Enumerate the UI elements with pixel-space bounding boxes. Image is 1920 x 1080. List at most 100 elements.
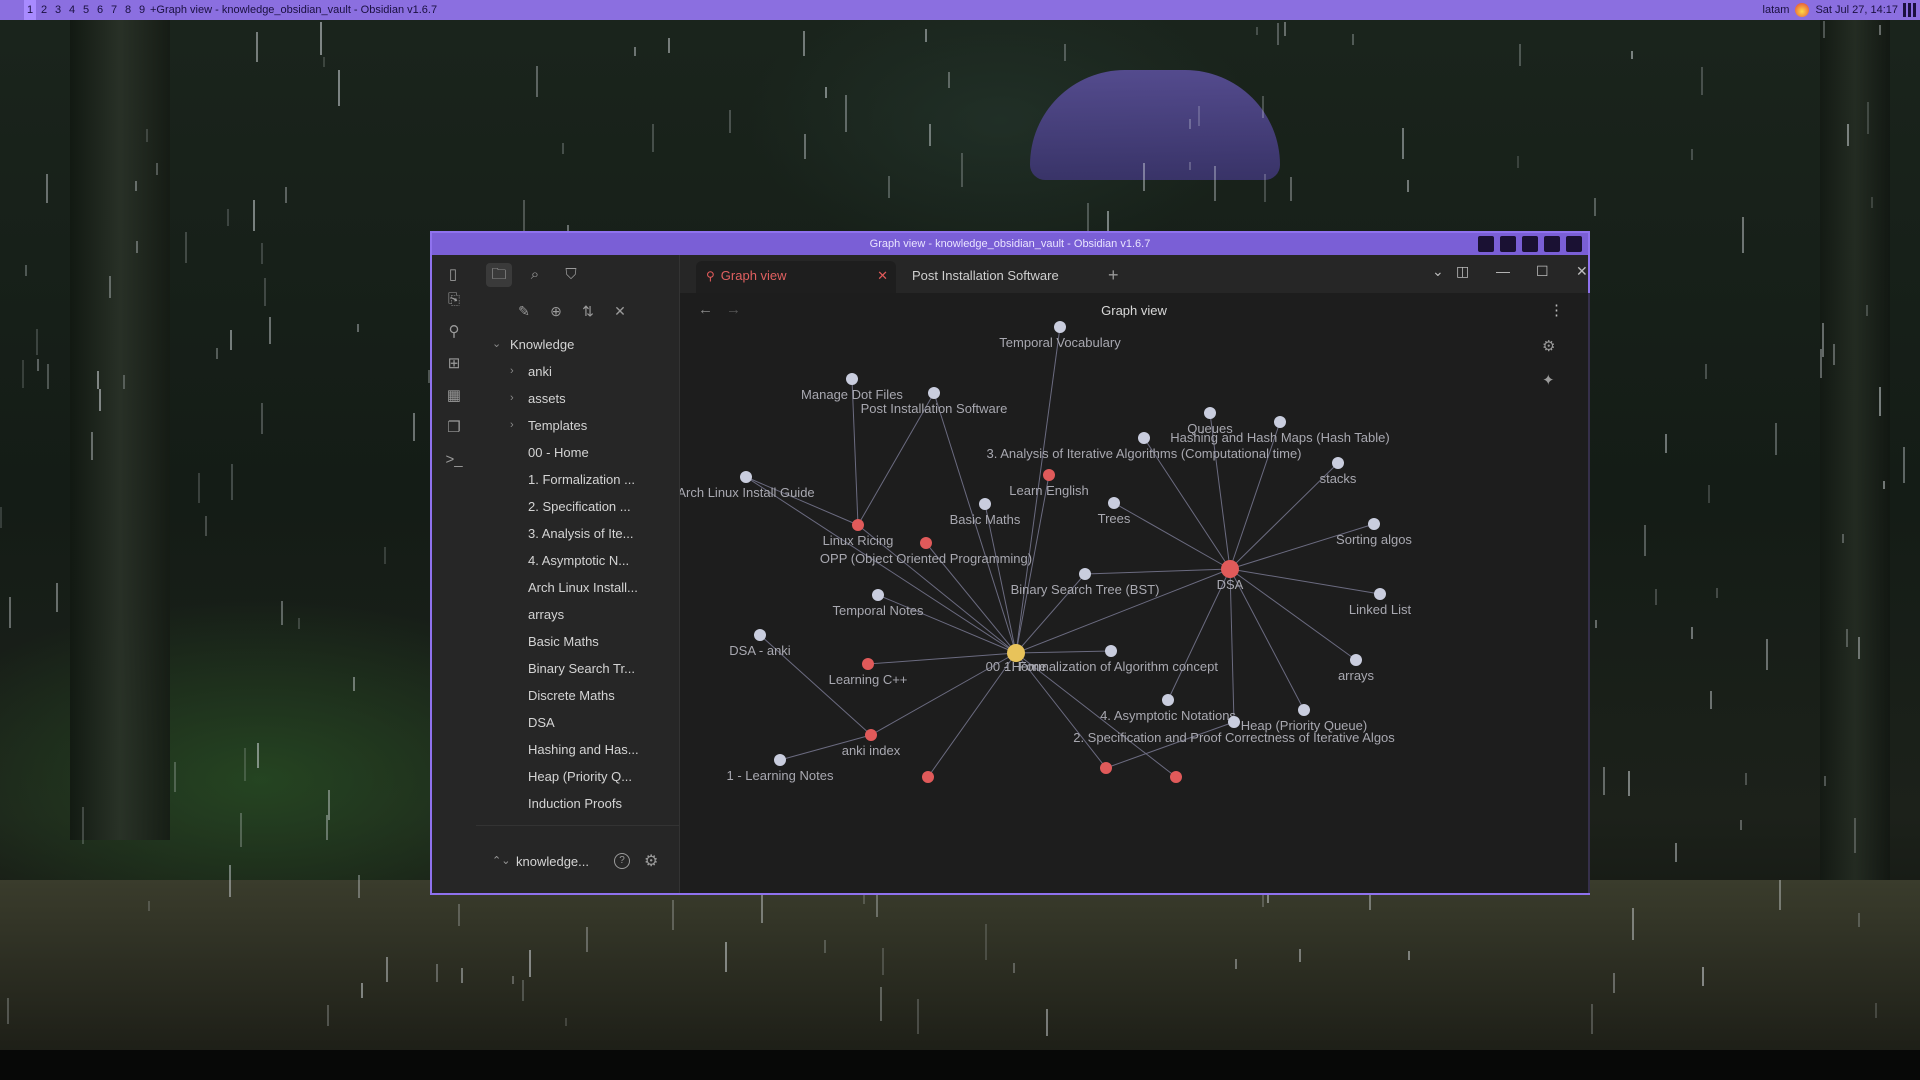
workspace-9[interactable]: 9 [136, 0, 148, 20]
graph-node-asym[interactable] [1162, 694, 1174, 706]
sort-icon[interactable]: ⇅ [578, 301, 598, 321]
graph-node-basic_maths[interactable] [979, 498, 991, 510]
move-icon[interactable] [1500, 236, 1516, 252]
tree-file[interactable]: Learn English [476, 817, 672, 821]
tree-file[interactable]: 3. Analysis of Ite... [476, 520, 672, 547]
calendar-icon[interactable]: ▦ [445, 387, 463, 405]
graph-node-queues[interactable] [1204, 407, 1216, 419]
graph-node-dsa_anki[interactable] [754, 629, 766, 641]
graph-node-sorting[interactable] [1368, 518, 1380, 530]
bookmark-icon[interactable]: ⛉ [558, 263, 584, 287]
tree-file[interactable]: 00 - Home [476, 439, 672, 466]
monitor-icon[interactable] [1478, 236, 1494, 252]
help-icon[interactable]: ? [614, 853, 630, 869]
tab-graph-view[interactable]: ⚲ Graph view ✕ [696, 261, 896, 293]
flame-icon[interactable] [1795, 3, 1810, 17]
graph-node-post[interactable] [928, 387, 940, 399]
graph-node-b2[interactable] [1100, 762, 1112, 774]
graph-node-b3[interactable] [1170, 771, 1182, 783]
tree-file[interactable]: Discrete Maths [476, 682, 672, 709]
tab-list-chevron-icon[interactable]: ⌄ [1432, 263, 1444, 280]
right-sidebar-toggle-icon[interactable]: ◫ [1456, 263, 1469, 280]
tree-file[interactable]: arrays [476, 601, 672, 628]
apps-grid-icon[interactable] [1903, 3, 1917, 17]
graph-node-b1[interactable] [922, 771, 934, 783]
graph-node-ricing[interactable] [852, 519, 864, 531]
workspace-4[interactable]: 4 [66, 0, 78, 20]
tree-file[interactable]: Induction Proofs [476, 790, 672, 817]
graph-node-anki_idx[interactable] [865, 729, 877, 741]
sidebar-toggle-icon[interactable]: ▯ [440, 263, 466, 287]
tab-post-installation[interactable]: Post Installation Software [902, 261, 1092, 293]
settings-gear-icon[interactable]: ⚙ [644, 851, 658, 871]
graph-node-learning_notes[interactable] [774, 754, 786, 766]
tree-file[interactable]: 2. Specification ... [476, 493, 672, 520]
collapse-icon[interactable]: ✕ [610, 301, 630, 321]
graph-node-dsa[interactable] [1221, 560, 1239, 578]
templates-icon[interactable]: ❐ [445, 419, 463, 437]
graph-node-linked[interactable] [1374, 588, 1386, 600]
graph-node-arch[interactable] [740, 471, 752, 483]
float-icon[interactable] [1544, 236, 1560, 252]
tree-file[interactable]: DSA [476, 709, 672, 736]
chevron-updown-icon[interactable]: ⌃⌄ [492, 854, 510, 867]
graph-node-spec[interactable] [1228, 716, 1240, 728]
close-window-icon[interactable]: ✕ [1576, 263, 1588, 280]
vault-name[interactable]: knowledge... [516, 854, 589, 869]
graph-node-formal[interactable] [1105, 645, 1117, 657]
files-icon[interactable]: 🗀 [486, 263, 512, 287]
new-note-icon[interactable]: ✎ [514, 301, 534, 321]
close-tab-icon[interactable]: ✕ [877, 261, 888, 291]
graph-canvas[interactable]: 00 - Home DSA Temporal Vocabulary Manage Do… [677, 293, 1590, 893]
graph-node-arrays[interactable] [1350, 654, 1362, 666]
tree-file[interactable]: 1. Formalization ... [476, 466, 672, 493]
workspace-2[interactable]: 2 [38, 0, 50, 20]
workspace-7[interactable]: 7 [108, 0, 120, 20]
tree-file[interactable]: Arch Linux Install... [476, 574, 672, 601]
tree-file[interactable]: Heap (Priority Q... [476, 763, 672, 790]
terminal-icon[interactable]: >_ [445, 451, 463, 469]
graph-node-label: 2. Specification and Proof Correctness o… [1073, 730, 1395, 745]
graph-node-temporal_notes[interactable] [872, 589, 884, 601]
graph-node-trees[interactable] [1108, 497, 1120, 509]
tree-folder[interactable]: › assets [476, 385, 672, 412]
search-icon[interactable]: ⌕ [522, 263, 548, 287]
workspace-1[interactable]: 1 [24, 0, 36, 20]
open-vault-icon[interactable]: ⎘ [445, 291, 463, 309]
workspace-3[interactable]: 3 [52, 0, 64, 20]
graph-node-cpp[interactable] [862, 658, 874, 670]
graph-node-bst[interactable] [1079, 568, 1091, 580]
maximize-icon[interactable]: ☐ [1536, 263, 1549, 280]
tree-folder[interactable]: › anki [476, 358, 672, 385]
graph-node-dot[interactable] [846, 373, 858, 385]
new-tab-icon[interactable]: + [1108, 265, 1119, 286]
fullscreen-icon[interactable] [1566, 236, 1582, 252]
clock[interactable]: Sat Jul 27, 14:17 [1815, 0, 1898, 20]
tree-root-folder[interactable]: ⌄ Knowledge [476, 331, 672, 358]
canvas-icon[interactable]: ⊞ [445, 355, 463, 373]
new-folder-icon[interactable]: ⊕ [546, 301, 566, 321]
graph-node-learn_en[interactable] [1043, 469, 1055, 481]
workspace-5[interactable]: 5 [80, 0, 92, 20]
tree-file[interactable]: Basic Maths [476, 628, 672, 655]
graph-icon[interactable]: ⚲ [445, 323, 463, 341]
graph-node-stacks[interactable] [1332, 457, 1344, 469]
tree-file[interactable]: 4. Asymptotic N... [476, 547, 672, 574]
tree-file[interactable]: Hashing and Has... [476, 736, 672, 763]
graph-node-hashing[interactable] [1274, 416, 1286, 428]
graph-node-heap[interactable] [1298, 704, 1310, 716]
graph-node-analysis[interactable] [1138, 432, 1150, 444]
magic-wand-icon[interactable]: ✦ [1542, 371, 1555, 389]
graph-svg[interactable]: 00 - HomeDSATemporal VocabularyManage Do… [677, 293, 1590, 893]
minimize-icon[interactable]: — [1496, 263, 1510, 279]
keyboard-layout[interactable]: latam [1763, 0, 1790, 20]
more-options-icon[interactable]: ⋮ [1549, 301, 1564, 319]
tree-folder[interactable]: › Templates [476, 412, 672, 439]
graph-node-opp[interactable] [920, 537, 932, 549]
window-titlebar[interactable]: Graph view - knowledge_obsidian_vault - … [432, 233, 1588, 255]
pin-icon[interactable] [1522, 236, 1538, 252]
workspace-6[interactable]: 6 [94, 0, 106, 20]
tree-file[interactable]: Binary Search Tr... [476, 655, 672, 682]
graph-settings-gear-icon[interactable]: ⚙ [1542, 337, 1555, 355]
workspace-8[interactable]: 8 [122, 0, 134, 20]
